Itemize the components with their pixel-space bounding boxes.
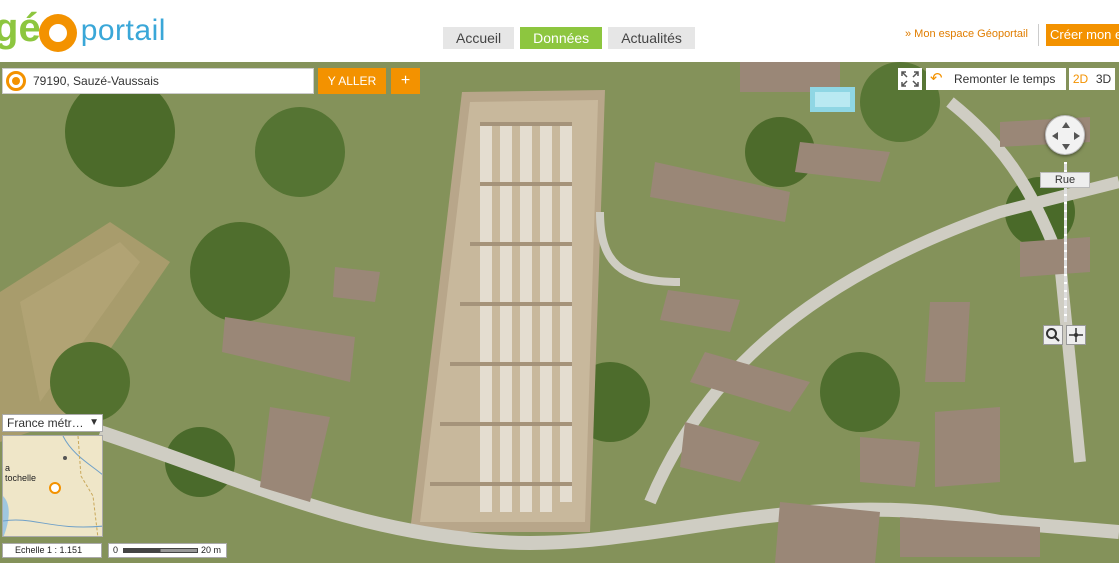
pan-arrows-icon [1052, 122, 1080, 150]
logo-g: g [0, 6, 19, 50]
search-box [2, 68, 314, 94]
minimap-place-label: a tochelle [5, 463, 37, 483]
geoportail-logo[interactable]: g é portail [0, 2, 166, 52]
overview-minimap[interactable]: a tochelle [2, 435, 103, 537]
fullscreen-button[interactable] [898, 68, 922, 90]
go-button[interactable]: Y ALLER [318, 68, 386, 94]
scale-bar-min: 0 [113, 545, 119, 555]
scale-bar [123, 548, 198, 553]
scale-ratio: Echelle 1 : 1.151 [2, 543, 102, 558]
header-divider [1038, 24, 1039, 46]
logo-e: é [18, 6, 41, 50]
locate-icon[interactable] [6, 71, 26, 91]
tab-actualites[interactable]: Actualités [608, 27, 695, 49]
tab-donnees[interactable]: Données [520, 27, 603, 49]
view-2d-button[interactable]: 2D [1073, 68, 1088, 90]
aerial-imagery [0, 62, 1119, 563]
more-options-button[interactable]: + [391, 68, 420, 94]
header: g é portail Accueil Données Actualités »… [0, 0, 1119, 62]
main-nav: Accueil Données Actualités [443, 27, 695, 49]
view-3d-button[interactable]: 3D [1096, 68, 1111, 90]
minimap-territory-select[interactable]: France métr… ▼ [2, 414, 103, 432]
minimap-select-value: France métr… [7, 416, 84, 430]
tab-accueil[interactable]: Accueil [443, 27, 515, 49]
zoom-level-label: Rue [1040, 172, 1090, 188]
search-input[interactable] [33, 71, 309, 91]
scale-ratio-value: 1.151 [59, 545, 83, 555]
zoom-box-button[interactable] [1043, 325, 1063, 345]
scale-bar-box: 0 20 m [108, 543, 227, 558]
create-account-button[interactable]: Créer mon e [1046, 24, 1119, 46]
scale-bar-max: 20 m [201, 545, 222, 555]
view-mode-toggle: 2D 3D [1069, 68, 1115, 90]
undo-arrow-icon: ↶ [930, 70, 943, 87]
remonter-le-temps-button[interactable]: ↶ Remonter le temps [926, 68, 1066, 90]
chevron-down-icon: ▼ [89, 417, 99, 428]
magnifier-icon [1046, 328, 1060, 342]
aerial-map[interactable] [0, 62, 1119, 563]
remonter-label: Remonter le temps [954, 72, 1056, 86]
fullscreen-icon [901, 71, 919, 87]
logo-portail: portail [80, 14, 166, 47]
pan-control[interactable] [1045, 115, 1085, 155]
mon-espace-link[interactable]: » Mon espace Géoportail [905, 28, 1028, 40]
center-map-button[interactable] [1066, 325, 1086, 345]
scale-ratio-label: Echelle 1 : [15, 545, 58, 555]
crosshair-icon [1069, 328, 1083, 342]
logo-o-mark [38, 14, 77, 52]
location-marker-icon [49, 482, 61, 494]
